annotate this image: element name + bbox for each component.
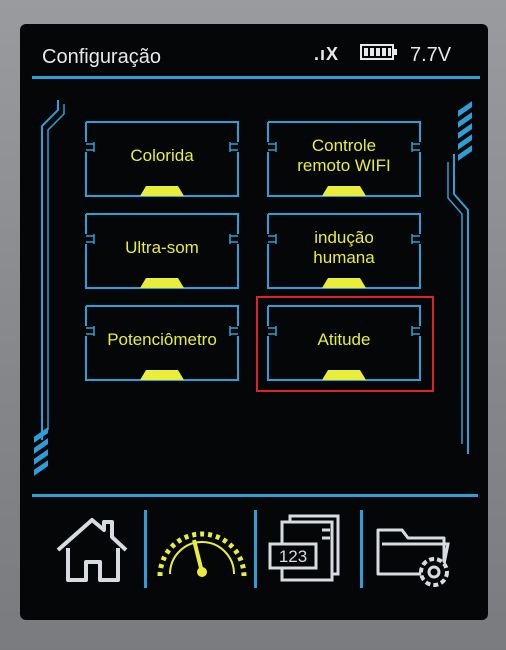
gauge-button[interactable] [152,510,250,590]
tile-colorida[interactable]: Colorida [84,120,240,198]
left-stripes-decoration [34,427,48,476]
display-button[interactable]: 123 [260,510,358,590]
tile-label: Potenciômetro [107,330,217,349]
folder-settings-button[interactable] [368,510,466,590]
display-number: 123 [279,547,307,566]
signal-status: .ıX [314,44,340,64]
header-divider [32,76,480,79]
tile-label: Controle remoto WIFI [297,136,391,175]
right-frame-decoration [447,154,469,454]
device-screen: Configuração .ıX 7.7V Colorida Controle … [20,24,488,620]
speedometer-icon [157,531,247,577]
nav-separator [254,510,257,588]
folder-settings-icon [376,528,450,587]
nav-separator [144,510,147,588]
home-icon [56,518,128,582]
bottom-divider [32,494,478,497]
numeric-display-icon: 123 [268,514,340,582]
tile-ultra-som[interactable]: Ultra-som [84,212,240,290]
battery-icon [360,44,397,60]
tile-inducao-humana[interactable]: indução humana [266,212,422,290]
tile-controle-remoto-wifi[interactable]: Controle remoto WIFI [266,120,422,198]
tile-label: Colorida [130,146,194,165]
screen-title: Configuração [42,46,161,68]
home-button[interactable] [44,510,142,590]
right-stripes-decoration [458,101,472,161]
nav-separator [360,510,363,588]
selection-highlight [256,296,434,392]
tile-label: indução humana [313,228,375,267]
battery-voltage: 7.7V [410,44,452,66]
tile-label: Ultra-som [125,238,199,257]
tile-potenciometro[interactable]: Potenciômetro [84,304,240,382]
